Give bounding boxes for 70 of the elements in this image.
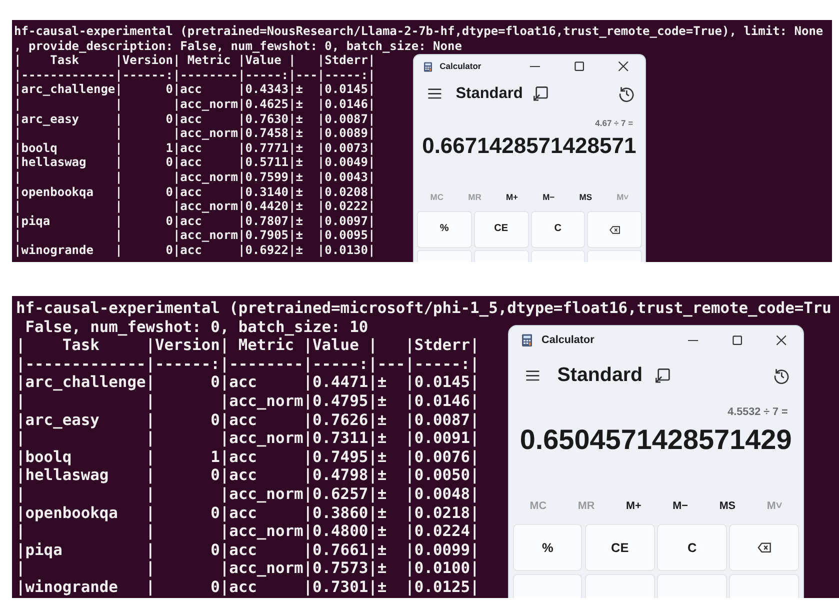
terminal-line: hf-causal-experimental (pretrained=NousResearch/Llama-2-7b-hf,dtype=float16,trust_remote_code=True), limit: None: [14, 24, 824, 39]
history-icon: [772, 366, 790, 384]
terminal-line: |openbookqa | 0|acc |0.3140|± |0.0208|: [14, 184, 376, 200]
backspace-icon: [608, 224, 621, 236]
result-display: 0.6504571428571429: [520, 423, 792, 458]
terminal-line: |openbookqa | 0|acc |0.3860|± |0.0218|: [16, 504, 480, 522]
memory-button[interactable]: M+: [503, 188, 521, 206]
calculator-key[interactable]: %: [512, 524, 582, 572]
terminal-line: | | |acc_norm|0.7599|± |0.0043|: [14, 170, 376, 185]
terminal-line: | | |acc_norm|0.7458|± |0.0089|: [14, 126, 376, 141]
calculator-icon: [522, 334, 532, 347]
terminal-line: |arc_challenge| 0|acc |0.4343|± |0.0145|: [14, 82, 376, 97]
terminal-line: | | |acc_norm|0.7905|± |0.0095|: [14, 228, 376, 243]
calculator-key[interactable]: C: [657, 524, 727, 572]
window-title: Calculator: [440, 60, 482, 74]
history-icon: [618, 85, 635, 103]
terminal-line: |arc_easy | 0|acc |0.7630|± |0.0087|: [14, 112, 376, 126]
terminal-line: | | |acc_norm|0.4420|± |0.0222|: [14, 199, 376, 214]
terminal-line: |piqa | 0|acc |0.7661|± |0.0099|: [16, 540, 480, 560]
terminal-line: , provide_description: False, num_fewshot: 0, batch_size: None: [14, 38, 462, 54]
terminal-line: | | |acc_norm|0.4800|± |0.0224|: [16, 522, 480, 541]
close-icon: [616, 59, 630, 74]
history-button[interactable]: [772, 366, 790, 384]
window-arrow-icon: [532, 85, 550, 103]
calculator-key[interactable]: %: [417, 211, 472, 248]
calculator-key[interactable]: C: [530, 211, 586, 248]
memory-button[interactable]: MS: [576, 188, 595, 206]
memory-button[interactable]: MS: [716, 495, 739, 518]
terminal-line: |-------------|------:|--------|-----:|---|-----:|: [14, 68, 376, 82]
terminal-line: hf-causal-experimental (pretrained=microsoft/phi-1_5,dtype=float16,trust_remote_code=Tru: [16, 299, 832, 318]
terminal-line: | | |acc_norm|0.4625|± |0.0146|: [14, 96, 376, 112]
calculator-icon: [424, 62, 432, 72]
keep-on-top-button[interactable]: [654, 366, 672, 384]
terminal-line: |hellaswag | 0|acc |0.4798|± |0.0050|: [16, 466, 480, 485]
terminal-line: | | |acc_norm|0.7311|± |0.0091|: [16, 429, 480, 448]
terminal-line: | Task |Version| Metric |Value | |Stderr|: [16, 336, 480, 355]
memory-button[interactable]: M−: [540, 188, 558, 206]
terminal-line: |boolq | 1|acc |0.7495|± |0.0076|: [16, 448, 480, 466]
window-title: Calculator: [542, 333, 596, 348]
terminal-line: |hellaswag | 0|acc |0.5711|± |0.0049|: [14, 155, 376, 170]
window-arrow-icon: [654, 366, 672, 384]
terminal-line: | | |acc_norm|0.6257|± |0.0048|: [16, 484, 480, 504]
history-button[interactable]: [618, 85, 635, 103]
backspace-icon: [756, 540, 772, 556]
terminal-line: |arc_challenge| 0|acc |0.4471|± |0.0145|: [16, 373, 480, 392]
calculator-key[interactable]: CE: [585, 524, 655, 572]
maximize-icon: [572, 59, 586, 74]
calculator-key[interactable]: CE: [474, 211, 528, 248]
terminal-line: | | |acc_norm|0.4795|± |0.0146|: [16, 392, 480, 411]
minimize-icon: [688, 340, 698, 342]
result-display: 0.6671428571428571: [422, 132, 636, 160]
terminal-line: |winogrande | 0|acc |0.6922|± |0.0130|: [14, 242, 376, 258]
terminal-line: | | |acc_norm|0.7573|± |0.0100|: [16, 559, 480, 578]
keep-on-top-button[interactable]: [532, 85, 550, 103]
expression-text: 4.5532 ÷ 7 =: [726, 405, 789, 420]
terminal-line: |boolq | 1|acc |0.7771|± |0.0073|: [14, 140, 376, 156]
mode-title: Standard: [456, 86, 523, 102]
terminal-line: | Task |Version| Metric |Value | |Stderr|: [14, 53, 376, 68]
memory-button[interactable]: M−: [669, 495, 692, 518]
mode-title: Standard: [557, 366, 643, 385]
terminal-line: |-------------|------:|--------|-----:|---|-----:|: [16, 354, 480, 374]
maximize-icon: [730, 333, 744, 348]
terminal-line: |piqa | 0|acc |0.7807|± |0.0097|: [14, 214, 376, 228]
terminal-line: |winogrande | 0|acc |0.7301|± |0.0125|: [16, 578, 480, 596]
terminal-line: |arc_easy | 0|acc |0.7626|± |0.0087|: [16, 410, 480, 430]
terminal-line: False, num_fewshot: 0, batch_size: 10: [24, 318, 368, 336]
close-icon: [774, 333, 788, 348]
minimize-icon: [530, 66, 540, 68]
expression-text: 4.67 ÷ 7 =: [594, 116, 634, 130]
memory-button[interactable]: M+: [622, 495, 645, 518]
